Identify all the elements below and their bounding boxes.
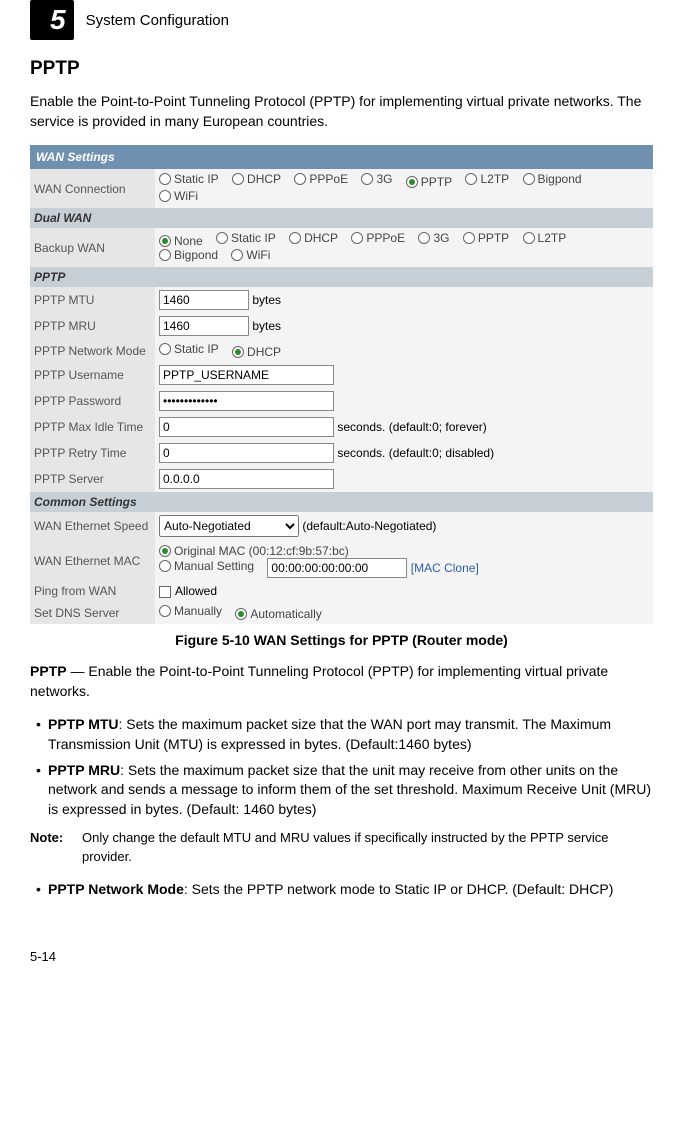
radio-nm-static-ip[interactable]: Static IP <box>159 342 219 356</box>
pptp-mtu-label: PPTP MTU <box>30 287 155 313</box>
radio-mac-manual[interactable]: Manual Setting <box>159 559 254 573</box>
radio-dns-auto[interactable]: Automatically <box>235 607 321 621</box>
radio-bw-pptp[interactable]: PPTP <box>463 231 509 245</box>
radio-bigpond[interactable]: Bigpond <box>523 172 582 186</box>
set-dns-label: Set DNS Server <box>30 601 155 624</box>
wan-mac-label: WAN Ethernet MAC <box>30 540 155 581</box>
chapter-number-box: 5 <box>30 0 74 40</box>
ping-allowed-checkbox[interactable]: Allowed <box>159 584 217 598</box>
chapter-header: 5 System Configuration <box>30 0 653 40</box>
radio-static-ip[interactable]: Static IP <box>159 172 219 186</box>
radio-nm-dhcp[interactable]: DHCP <box>232 345 281 359</box>
pptp-mtu-input[interactable] <box>159 290 249 310</box>
radio-bw-dhcp[interactable]: DHCP <box>289 231 338 245</box>
wan-speed-hint: (default:Auto-Negotiated) <box>302 519 436 533</box>
chapter-title: System Configuration <box>86 12 229 29</box>
pptp-subheader: PPTP <box>30 267 653 287</box>
pptp-retry-input[interactable] <box>159 443 334 463</box>
pptp-mtu-unit: bytes <box>252 293 281 307</box>
pptp-mru-input[interactable] <box>159 316 249 336</box>
radio-l2tp[interactable]: L2TP <box>465 172 509 186</box>
pptp-password-label: PPTP Password <box>30 388 155 414</box>
pptp-retry-hint: seconds. (default:0; disabled) <box>337 446 494 460</box>
wan-connection-label: WAN Connection <box>30 169 155 208</box>
section-title: PPTP <box>30 58 653 80</box>
pptp-username-input[interactable] <box>159 365 334 385</box>
wan-settings-table: WAN Settings WAN Connection Static IP DH… <box>30 145 653 624</box>
pptp-mru-unit: bytes <box>252 319 281 333</box>
wan-speed-label: WAN Ethernet Speed <box>30 512 155 540</box>
radio-bw-none[interactable]: None <box>159 234 203 248</box>
ping-from-wan-label: Ping from WAN <box>30 581 155 601</box>
wan-mac-manual-input[interactable] <box>267 558 407 578</box>
radio-bw-wifi[interactable]: WiFi <box>231 248 270 262</box>
bullet-pptp-network-mode: • PPTP Network Mode: Sets the PPTP netwo… <box>36 880 653 900</box>
bullet-pptp-mru: • PPTP MRU: Sets the maximum packet size… <box>36 761 653 820</box>
wan-connection-options: Static IP DHCP PPPoE 3G PPTP L2TP Bigpon… <box>155 169 653 208</box>
wan-settings-header: WAN Settings <box>30 145 653 169</box>
mac-clone-link[interactable]: [MAC Clone] <box>411 561 479 575</box>
note-block: Note: Only change the default MTU and MR… <box>30 829 653 865</box>
radio-wifi[interactable]: WiFi <box>159 189 198 203</box>
pptp-max-idle-hint: seconds. (default:0; forever) <box>337 420 486 434</box>
intro-paragraph: Enable the Point-to-Point Tunneling Prot… <box>30 92 653 131</box>
pptp-max-idle-label: PPTP Max Idle Time <box>30 414 155 440</box>
pptp-password-input[interactable] <box>159 391 334 411</box>
bullet-pptp-mtu: • PPTP MTU: Sets the maximum packet size… <box>36 715 653 754</box>
radio-bw-bigpond[interactable]: Bigpond <box>159 248 218 262</box>
pptp-server-label: PPTP Server <box>30 466 155 492</box>
pptp-mru-label: PPTP MRU <box>30 313 155 339</box>
pptp-network-mode-label: PPTP Network Mode <box>30 339 155 362</box>
figure-caption: Figure 5-10 WAN Settings for PPTP (Route… <box>30 632 653 648</box>
pptp-username-label: PPTP Username <box>30 362 155 388</box>
radio-bw-pppoe[interactable]: PPPoE <box>351 231 405 245</box>
pptp-server-input[interactable] <box>159 469 334 489</box>
radio-3g[interactable]: 3G <box>361 172 392 186</box>
backup-wan-options: None Static IP DHCP PPPoE 3G PPTP L2TP B… <box>155 228 653 267</box>
common-settings-subheader: Common Settings <box>30 492 653 512</box>
radio-dhcp[interactable]: DHCP <box>232 172 281 186</box>
radio-pppoe[interactable]: PPPoE <box>294 172 348 186</box>
pptp-description: PPTP — Enable the Point-to-Point Tunneli… <box>30 662 653 701</box>
radio-mac-original[interactable]: Original MAC (00:12:cf:9b:57:bc) <box>159 544 349 558</box>
pptp-max-idle-input[interactable] <box>159 417 334 437</box>
pptp-retry-label: PPTP Retry Time <box>30 440 155 466</box>
radio-bw-static-ip[interactable]: Static IP <box>216 231 276 245</box>
radio-dns-manually[interactable]: Manually <box>159 604 222 618</box>
radio-pptp[interactable]: PPTP <box>406 175 452 189</box>
radio-bw-l2tp[interactable]: L2TP <box>523 231 567 245</box>
page-number: 5-14 <box>30 949 653 964</box>
wan-speed-select[interactable]: Auto-Negotiated <box>159 515 299 537</box>
backup-wan-label: Backup WAN <box>30 228 155 267</box>
dual-wan-subheader: Dual WAN <box>30 208 653 228</box>
radio-bw-3g[interactable]: 3G <box>418 231 449 245</box>
